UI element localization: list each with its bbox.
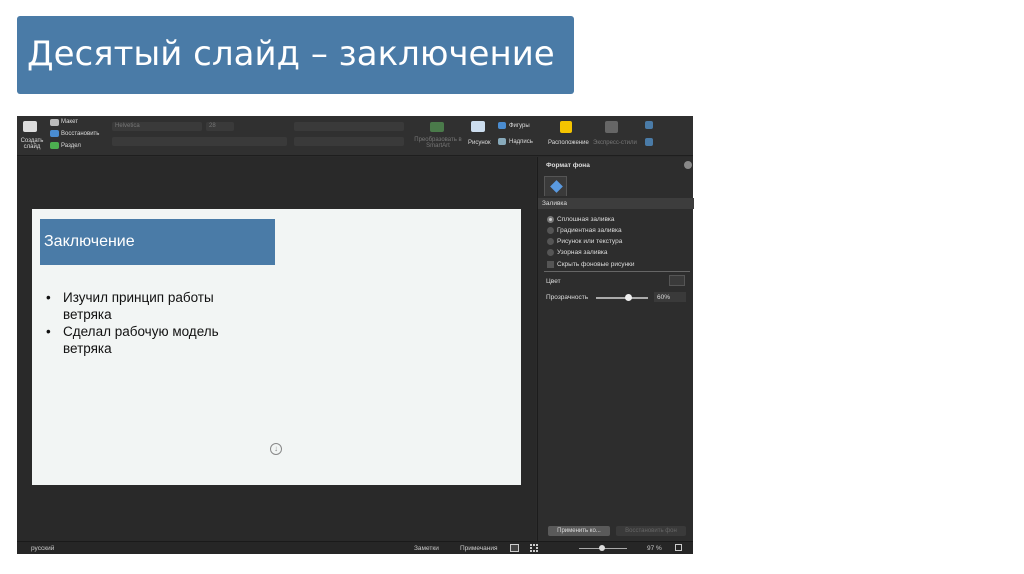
- notes-button[interactable]: Заметки: [414, 545, 439, 552]
- radio-picture-fill[interactable]: [547, 238, 554, 245]
- reset-button[interactable]: Восстановить: [61, 131, 99, 137]
- textbox-button[interactable]: Надпись: [509, 139, 533, 145]
- color-label: Цвет: [546, 278, 561, 285]
- radio-solid-fill[interactable]: [547, 216, 554, 223]
- slide-editor: Заключение Изучил принцип работы ветряка…: [17, 157, 536, 541]
- shapes-button[interactable]: Фигуры: [509, 123, 530, 129]
- fill-section-header[interactable]: Заливка: [538, 198, 694, 209]
- new-slide-button[interactable]: Создать слайд: [20, 138, 44, 150]
- section-icon: [50, 142, 59, 149]
- quick-styles-button[interactable]: Экспресс-стили: [593, 140, 637, 146]
- quick-styles-icon: [605, 121, 618, 133]
- normal-view-icon[interactable]: [510, 544, 519, 552]
- comments-button[interactable]: Примечания: [460, 545, 498, 552]
- layout-icon: [50, 119, 59, 126]
- zoom-slider[interactable]: [579, 545, 627, 551]
- convert-smartart-button[interactable]: Преобразовать в SmartArt: [414, 137, 462, 149]
- paragraph-buttons[interactable]: [294, 122, 404, 131]
- option-label: Градиентная заливка: [557, 227, 622, 234]
- fit-window-icon[interactable]: [675, 544, 682, 551]
- line-color-icon[interactable]: [645, 138, 653, 146]
- zoom-level[interactable]: 97 %: [647, 545, 662, 552]
- slide-canvas[interactable]: Заключение Изучил принцип работы ветряка…: [32, 209, 521, 485]
- option-label: Рисунок или текстура: [557, 238, 623, 245]
- close-icon[interactable]: [684, 161, 692, 169]
- slide-bullets[interactable]: Изучил принцип работы ветряка Сделал раб…: [46, 289, 246, 357]
- new-slide-icon[interactable]: [23, 121, 37, 132]
- picture-icon: [471, 121, 485, 132]
- transparency-slider[interactable]: [596, 294, 648, 301]
- transparency-input[interactable]: 60%: [654, 292, 686, 302]
- page-title-banner: Десятый слайд – заключение: [17, 16, 574, 94]
- shapes-icon: [498, 122, 506, 129]
- slide-title[interactable]: Заключение: [40, 219, 275, 265]
- picture-button[interactable]: Рисунок: [468, 140, 491, 146]
- scroll-down-icon[interactable]: ↓: [270, 443, 282, 455]
- layout-button[interactable]: Макет: [61, 119, 78, 125]
- bullet-item: Изучил принцип работы ветряка: [46, 289, 246, 323]
- hide-bg-label: Скрыть фоновые рисунки: [557, 261, 635, 268]
- option-label: Сплошная заливка: [557, 216, 615, 223]
- arrange-button[interactable]: Расположение: [548, 140, 589, 146]
- radio-pattern-fill[interactable]: [547, 249, 554, 256]
- slider-thumb[interactable]: [625, 294, 632, 301]
- status-bar: русский Заметки Примечания 97 %: [17, 541, 693, 554]
- panel-title: Формат фона: [546, 162, 590, 169]
- page-title: Десятый слайд – заключение: [27, 34, 555, 74]
- smartart-icon: [430, 122, 444, 132]
- divider: [544, 271, 690, 272]
- sorter-view-icon[interactable]: [530, 544, 538, 552]
- reset-background-button[interactable]: Восстановить фон: [616, 526, 686, 536]
- fill-color-icon[interactable]: [645, 121, 653, 129]
- section-button[interactable]: Раздел: [61, 143, 81, 149]
- format-background-panel: Формат фона Заливка Сплошная заливка Гра…: [537, 157, 694, 541]
- color-picker-button[interactable]: [669, 275, 685, 286]
- font-size-select[interactable]: 28: [206, 122, 234, 131]
- transparency-label: Прозрачность: [546, 294, 589, 301]
- hide-bg-checkbox[interactable]: [547, 261, 554, 268]
- powerpoint-window: Создать слайд Макет Восстановить Раздел …: [17, 116, 694, 554]
- align-buttons[interactable]: [294, 137, 404, 146]
- apply-to-all-button[interactable]: Применить ко...: [548, 526, 610, 536]
- radio-gradient-fill[interactable]: [547, 227, 554, 234]
- reset-icon: [50, 130, 59, 137]
- bullet-item: Сделал рабочую модель ветряка: [46, 323, 246, 357]
- language-label[interactable]: русский: [31, 545, 54, 552]
- font-family-select[interactable]: Helvetica: [112, 122, 202, 131]
- arrange-icon: [560, 121, 572, 133]
- textbox-icon: [498, 138, 506, 145]
- fill-tab-icon[interactable]: [544, 176, 567, 196]
- option-label: Узорная заливка: [557, 249, 608, 256]
- font-format-buttons[interactable]: [112, 137, 287, 146]
- ribbon: Создать слайд Макет Восстановить Раздел …: [17, 116, 693, 156]
